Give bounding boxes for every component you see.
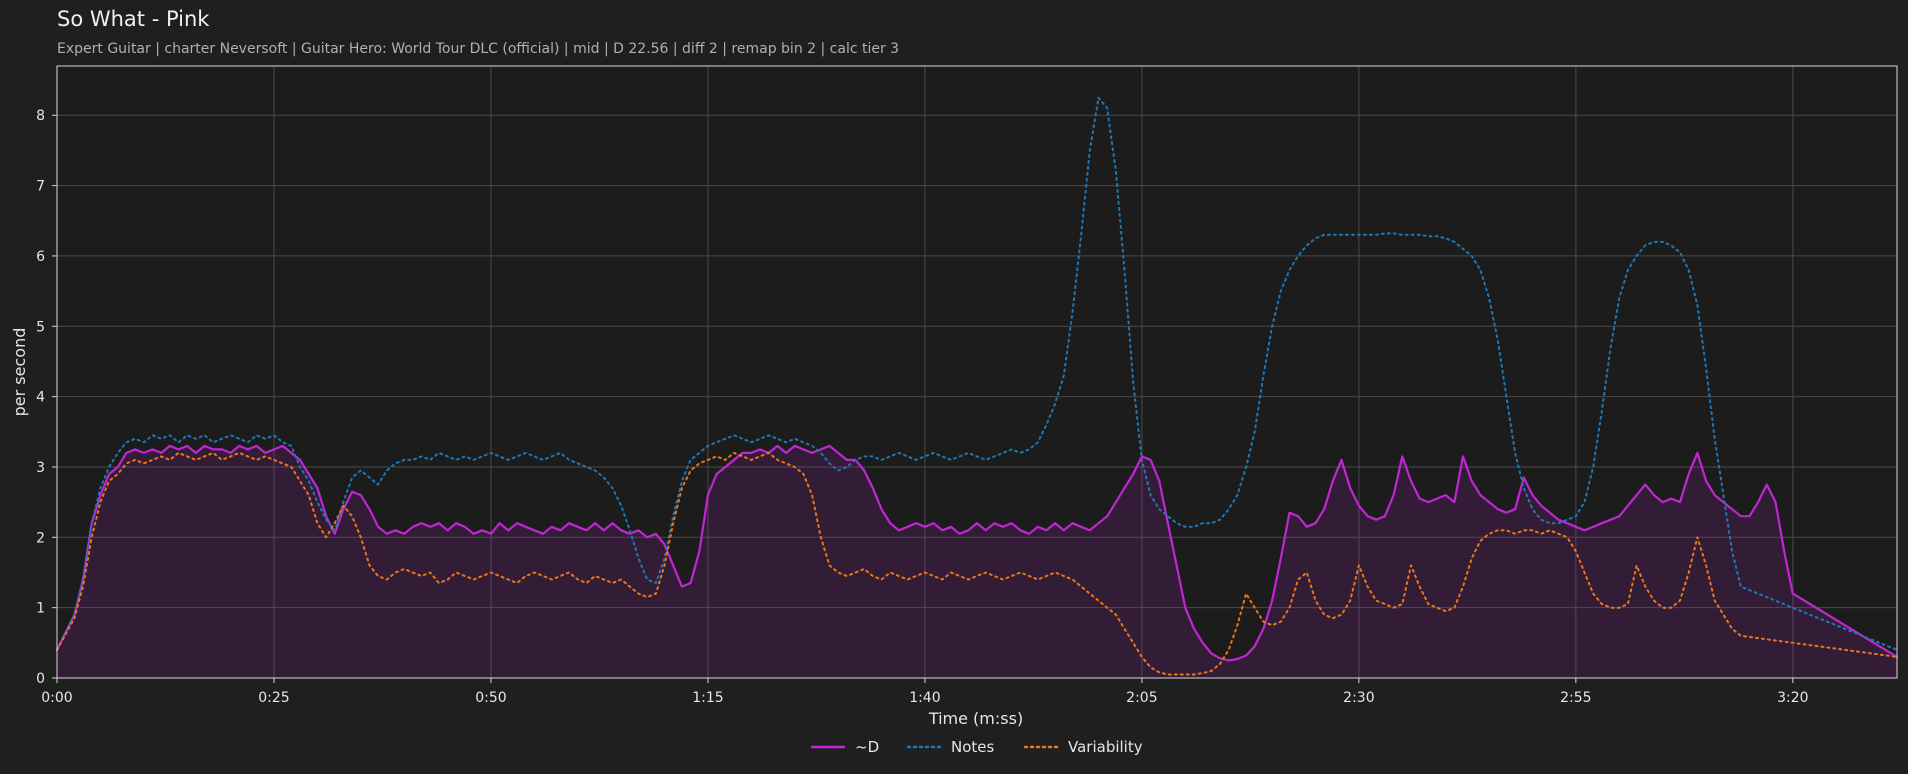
y-tick-label: 2 — [36, 530, 45, 546]
y-axis-label: per second — [10, 328, 29, 417]
y-tick-label: 1 — [36, 601, 45, 617]
x-tick-label: 0:00 — [41, 690, 72, 706]
chart-canvas: 0:00 0:25 0:50 1:15 1:40 2:05 2:30 2:55 3:20 0 1 2 3… — [10, 65, 1899, 756]
legend: ~D Notes Variability — [810, 738, 1143, 756]
x-tick-label: 3:20 — [1777, 690, 1808, 706]
y-tick-label: 3 — [36, 460, 45, 476]
x-tick-label: 2:05 — [1126, 690, 1157, 706]
y-tick-label: 7 — [36, 179, 45, 195]
x-tick-label: 1:15 — [692, 690, 723, 706]
x-tick-label: 2:30 — [1343, 690, 1374, 706]
x-tick-label: 2:55 — [1560, 690, 1591, 706]
x-tick-label: 1:40 — [909, 690, 940, 706]
y-tick-label: 0 — [36, 671, 45, 687]
legend-label: Variability — [1068, 738, 1143, 756]
x-tick-label: 0:25 — [258, 690, 289, 706]
legend-label: ~D — [855, 738, 879, 756]
y-tick-label: 4 — [36, 390, 45, 406]
y-tick-label: 8 — [36, 108, 45, 124]
y-tick-label: 6 — [36, 249, 45, 265]
x-axis-label: Time (m:ss) — [928, 709, 1023, 728]
x-tick-label: 0:50 — [475, 690, 506, 706]
legend-label: Notes — [951, 738, 995, 756]
y-tick-label: 5 — [36, 319, 45, 335]
